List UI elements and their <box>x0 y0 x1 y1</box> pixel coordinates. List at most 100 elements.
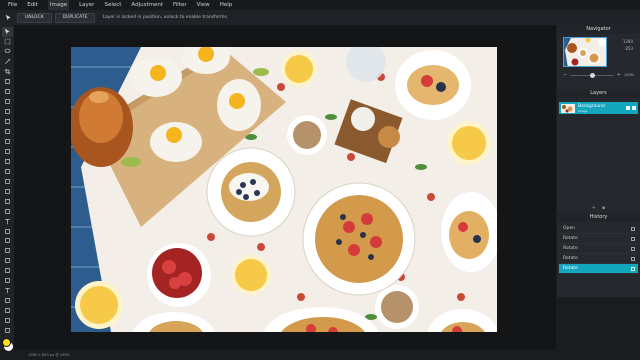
new-layer-icon[interactable]: + <box>592 205 596 211</box>
menu-edit[interactable]: Edit <box>27 0 38 10</box>
right-panels: Navigator 1280 853 − + 100% Layers Backg… <box>557 25 640 350</box>
clone-tool-icon <box>4 129 10 134</box>
gradient-tool-icon <box>4 188 10 194</box>
history-item-label: Rotate <box>563 256 578 261</box>
zoom-percent: 100% <box>623 73 634 77</box>
history-step-icon <box>631 246 635 251</box>
marquee-tool-icon <box>4 39 10 45</box>
options-bar: UNLOCK DUPLICATE Layer is locked in posi… <box>0 10 640 25</box>
crop-tool[interactable] <box>2 67 13 77</box>
lasso-tool[interactable] <box>2 47 13 57</box>
gradient-tool[interactable] <box>2 186 13 196</box>
duplicate-button[interactable]: DUPLICATE <box>54 12 96 23</box>
visibility-icon[interactable] <box>632 106 636 110</box>
move-tool[interactable] <box>1 27 13 37</box>
blur-tool[interactable] <box>2 146 13 156</box>
navigator-thumbnail[interactable] <box>563 37 607 67</box>
slice-tool[interactable] <box>2 77 13 87</box>
history-item[interactable]: Rotate <box>559 264 638 274</box>
move-tool-icon <box>4 29 10 35</box>
sponge-tool[interactable] <box>2 166 13 176</box>
text-tool[interactable] <box>2 286 13 296</box>
fill-tool[interactable] <box>2 296 13 306</box>
pencil-tool[interactable] <box>2 117 13 127</box>
healing-tool[interactable] <box>2 87 13 97</box>
menu-file[interactable]: File <box>8 0 17 10</box>
history-item-label: Rotate <box>563 266 578 271</box>
history-item[interactable]: Rotate <box>559 234 638 244</box>
menu-image[interactable]: Image <box>47 0 70 10</box>
history-item[interactable]: Rotate <box>559 244 638 254</box>
foreground-color[interactable] <box>2 337 11 347</box>
menu-view[interactable]: View <box>197 0 210 10</box>
canvas-area[interactable] <box>14 25 556 350</box>
zoom-out-icon[interactable]: − <box>563 72 567 78</box>
history-step-icon <box>631 236 635 241</box>
lasso-tool-icon <box>4 49 10 54</box>
healing-tool-icon <box>4 89 10 95</box>
type-tool[interactable] <box>2 216 13 226</box>
dropper-tool-icon <box>4 328 10 334</box>
zoom-tool-icon <box>4 248 10 254</box>
hand-tool[interactable] <box>2 236 13 246</box>
bucket-tool[interactable] <box>2 196 13 206</box>
eyedropper-tool[interactable] <box>2 226 13 236</box>
lock-icon[interactable] <box>626 106 630 110</box>
shape-tool[interactable] <box>2 206 13 216</box>
magic-wand-tool[interactable] <box>2 57 13 67</box>
patch-tool[interactable] <box>2 97 13 107</box>
history-item-label: Open <box>563 226 576 231</box>
dodge-tool-icon <box>4 158 10 164</box>
path-tool[interactable] <box>2 266 13 276</box>
menu-filter[interactable]: Filter <box>173 0 187 10</box>
history-item[interactable]: Rotate <box>559 254 638 264</box>
history-item[interactable]: Open <box>559 224 638 234</box>
rectangle-tool-icon <box>4 278 10 284</box>
delete-layer-icon[interactable]: ▪ <box>602 205 605 211</box>
zoom-tool-2-icon <box>4 318 10 324</box>
layer-thumbnail <box>561 103 575 113</box>
menu-adjustment[interactable]: Adjustment <box>131 0 163 10</box>
status-bar: 1280 × 853 px @ 100% <box>0 350 640 360</box>
eyedropper-tool-icon <box>4 228 10 234</box>
layers-footer: + ▪ <box>557 205 640 211</box>
zoom-slider-knob[interactable] <box>589 72 595 78</box>
smudge-tool-icon <box>4 258 10 264</box>
menu-select[interactable]: Select <box>104 0 121 10</box>
hand-tool-2[interactable] <box>2 306 13 316</box>
unlock-button[interactable]: UNLOCK <box>17 12 52 23</box>
color-swatches[interactable] <box>1 337 13 351</box>
brush-tool[interactable] <box>2 107 13 117</box>
zoom-slider[interactable] <box>570 72 614 78</box>
zoom-control: − + 100% <box>563 71 634 79</box>
dropper-tool[interactable] <box>2 326 13 336</box>
rectangle-tool[interactable] <box>2 276 13 286</box>
layer-row-background[interactable]: Background Image <box>559 102 638 114</box>
type-tool-icon <box>4 218 10 224</box>
menu-help[interactable]: Help <box>220 0 233 10</box>
zoom-in-icon[interactable]: + <box>617 72 621 78</box>
bucket-tool-icon <box>4 198 10 204</box>
hand-tool-2-icon <box>4 308 10 314</box>
pen-tool[interactable] <box>2 176 13 186</box>
layers-panel: Background Image + ▪ <box>557 98 640 213</box>
eraser-tool-icon <box>4 139 10 144</box>
navigator-height: 853 <box>625 46 633 51</box>
text-tool-icon <box>4 288 10 294</box>
zoom-tool-2[interactable] <box>2 316 13 326</box>
patch-tool-icon <box>4 99 10 105</box>
magic-wand-tool-icon <box>4 59 10 65</box>
marquee-tool[interactable] <box>2 37 13 47</box>
history-item-label: Rotate <box>563 236 578 241</box>
canvas-image[interactable] <box>71 47 497 332</box>
clone-tool[interactable] <box>2 127 13 137</box>
eraser-tool[interactable] <box>2 136 13 146</box>
layer-name: Background <box>578 103 605 109</box>
history-step-icon <box>631 256 635 261</box>
smudge-tool[interactable] <box>2 256 13 266</box>
move-tool-icon <box>4 13 13 22</box>
zoom-tool[interactable] <box>2 246 13 256</box>
dodge-tool[interactable] <box>2 156 13 166</box>
menu-layer[interactable]: Layer <box>79 0 94 10</box>
hand-tool-icon <box>4 238 10 244</box>
